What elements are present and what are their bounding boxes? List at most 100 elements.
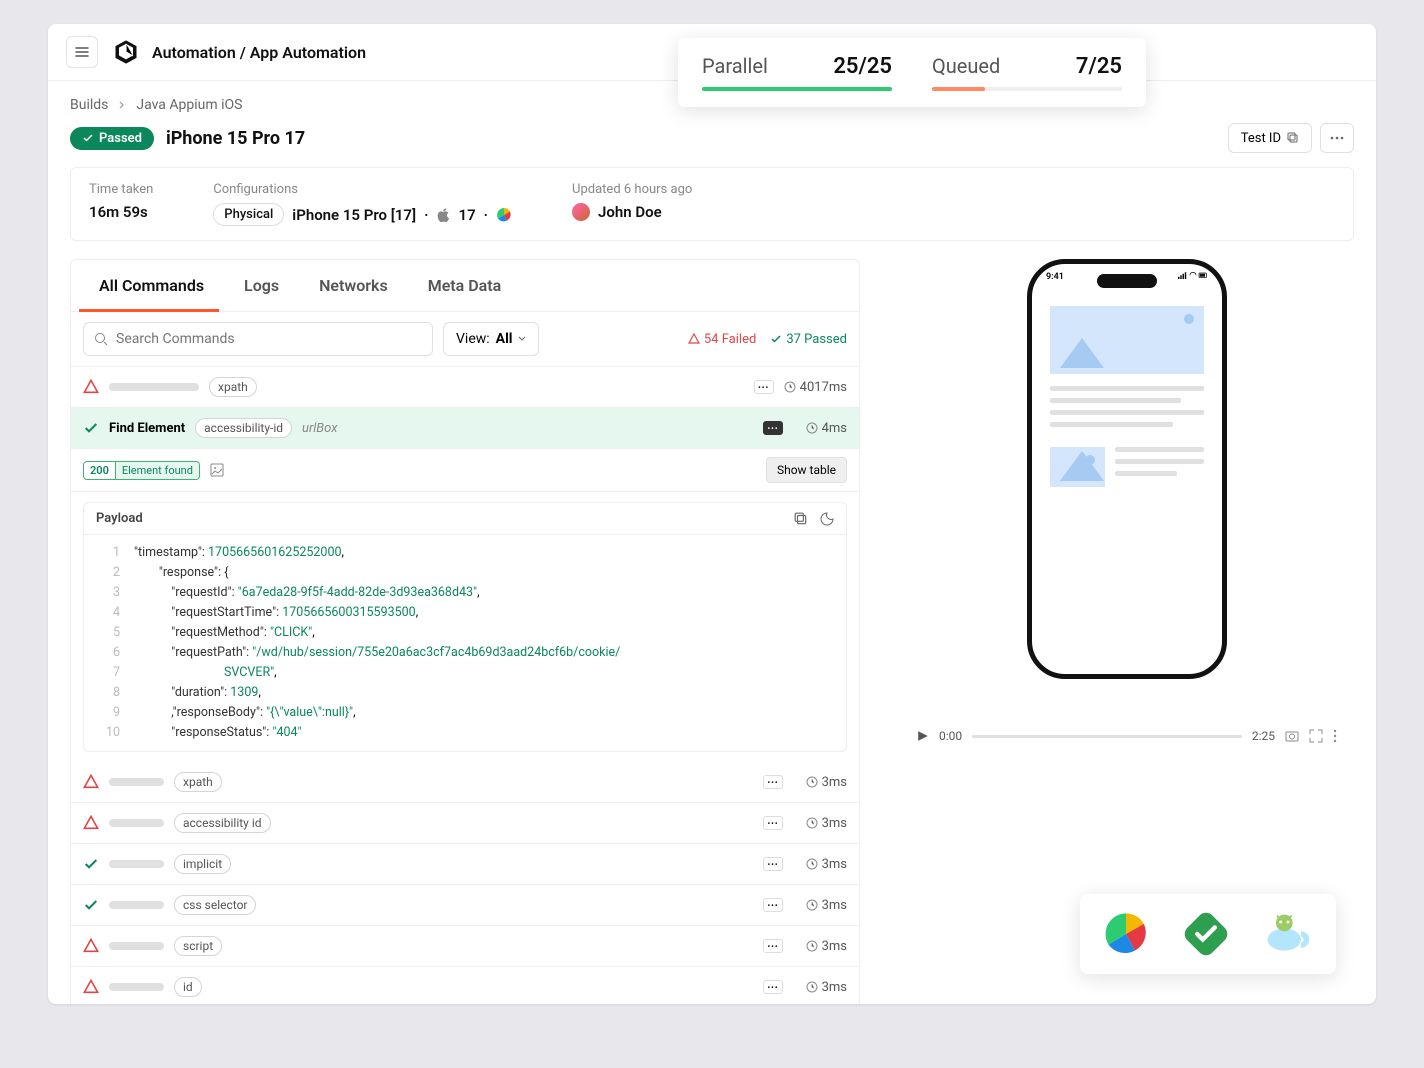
framework-icon — [496, 207, 512, 223]
tab-all-commands[interactable]: All Commands — [79, 260, 224, 311]
menu-button[interactable] — [66, 36, 98, 68]
row-actions[interactable]: ••• — [763, 898, 783, 912]
show-table-button[interactable]: Show table — [766, 457, 847, 483]
check-icon — [83, 856, 99, 872]
locator-type: implicit — [174, 854, 231, 874]
image-placeholder — [1050, 306, 1204, 374]
theme-icon[interactable] — [820, 512, 834, 526]
status-badge: Passed — [70, 127, 154, 150]
copy-icon[interactable] — [794, 512, 808, 526]
video-time-current: 0:00 — [939, 729, 962, 743]
device-notch — [1097, 274, 1157, 288]
xcuitest-icon — [1184, 912, 1228, 956]
breadcrumb: Automation / App Automation — [152, 43, 366, 62]
test-id-button[interactable]: Test ID — [1228, 123, 1312, 153]
command-nameind: Find Element — [109, 421, 185, 436]
fullscreen-icon[interactable] — [1309, 729, 1323, 743]
crumb-root[interactable]: Builds — [70, 97, 108, 113]
warning-icon — [83, 979, 99, 995]
stat-queued-bar — [932, 87, 985, 91]
command-row-selected[interactable]: Find Element accessibility-id urlBox •••… — [71, 408, 859, 449]
row-actions[interactable]: ••• — [763, 980, 783, 994]
clock-icon — [806, 981, 818, 993]
video-time-duration: 2:25 — [1252, 729, 1275, 743]
check-icon — [770, 333, 782, 345]
locator-type: accessibility-id — [195, 418, 292, 438]
app-logo — [112, 38, 140, 66]
row-actions[interactable]: ••• — [754, 380, 774, 394]
clock-icon — [806, 899, 818, 911]
command-row[interactable]: script•••3ms — [71, 926, 859, 967]
page-title: iPhone 15 Pro 17 — [166, 128, 305, 149]
row-actions[interactable]: ••• — [763, 775, 783, 789]
locator-type: accessibility id — [174, 813, 271, 833]
search-commands[interactable] — [83, 322, 433, 356]
tab-networks[interactable]: Networks — [299, 260, 408, 311]
payload-code: 1"timestamp": 1705665601625252000,2 "res… — [84, 535, 846, 751]
stat-queued-value: 7/25 — [1076, 54, 1122, 79]
video-track[interactable] — [972, 735, 1242, 738]
warning-icon — [83, 938, 99, 954]
updated-label: Updated 6 hours ago — [572, 182, 692, 197]
espresso-icon — [1264, 912, 1312, 956]
config-os-version: 17 — [459, 206, 476, 224]
failed-count: 54 Failed — [688, 332, 756, 347]
command-row[interactable]: xpath•••3ms — [71, 762, 859, 803]
clock-icon — [806, 817, 818, 829]
command-row[interactable]: css selector•••3ms — [71, 885, 859, 926]
locator-type: script — [174, 936, 222, 956]
row-actions[interactable]: ••• — [763, 857, 783, 871]
row-actions[interactable]: ••• — [763, 939, 783, 953]
warning-icon — [688, 333, 700, 345]
command-row[interactable]: accessibility id•••3ms — [71, 803, 859, 844]
command-row[interactable]: id•••3ms — [71, 967, 859, 1004]
locator-type: css selector — [174, 895, 256, 915]
warning-icon — [83, 774, 99, 790]
more-button[interactable] — [1320, 123, 1354, 153]
stat-parallel-value: 25/25 — [833, 54, 892, 79]
stat-queued-label: Queued — [932, 54, 1000, 78]
camera-icon[interactable] — [1285, 729, 1299, 743]
tab-underline — [79, 309, 219, 312]
more-vertical-icon[interactable] — [1333, 729, 1337, 743]
command-row[interactable]: implicit•••3ms — [71, 844, 859, 885]
configurations-label: Configurations — [213, 182, 512, 197]
crumb-leaf: Java Appium iOS — [136, 97, 242, 113]
config-physical-pill: Physical — [213, 203, 284, 226]
clock-icon — [806, 940, 818, 952]
stats-panel: Parallel 25/25 Queued 7/25 — [678, 38, 1146, 107]
stat-parallel-label: Parallel — [702, 54, 768, 78]
copy-icon — [1287, 132, 1299, 144]
locator-type: xpath — [209, 377, 257, 397]
search-icon — [94, 332, 108, 346]
device-preview: 9:41 — [1027, 259, 1227, 679]
tab-logs[interactable]: Logs — [224, 260, 299, 311]
avatar — [572, 203, 590, 221]
view-dropdown[interactable]: View: All — [443, 322, 539, 356]
video-controls[interactable]: 0:00 2:25 — [917, 729, 1337, 743]
time-taken-value: 16m 59s — [89, 203, 153, 221]
apple-icon — [437, 208, 451, 222]
tab-meta-data[interactable]: Meta Data — [408, 260, 522, 311]
clock-icon — [784, 381, 796, 393]
chevron-right-icon — [118, 101, 126, 109]
locator-value: urlBox — [302, 421, 337, 436]
check-icon — [83, 897, 99, 913]
device-clock: 9:41 — [1046, 272, 1064, 282]
user-name: John Doe — [598, 203, 662, 221]
play-icon[interactable] — [917, 730, 929, 742]
command-row[interactable]: xpath ••• 4017ms — [71, 367, 859, 408]
payload-title: Payload — [96, 511, 143, 526]
clock-icon — [806, 422, 818, 434]
device-status-icons — [1178, 272, 1208, 282]
status-chip: 200 Element found — [83, 461, 200, 480]
row-actions[interactable]: ••• — [763, 816, 783, 830]
stat-parallel-bar — [702, 87, 892, 91]
appium-icon — [1104, 912, 1148, 956]
passed-count: 37 Passed — [770, 332, 847, 347]
row-actions[interactable]: ••• — [763, 421, 783, 435]
image-icon[interactable] — [210, 463, 224, 477]
warning-icon — [83, 379, 99, 395]
search-input[interactable] — [116, 331, 422, 347]
check-icon — [82, 132, 94, 144]
